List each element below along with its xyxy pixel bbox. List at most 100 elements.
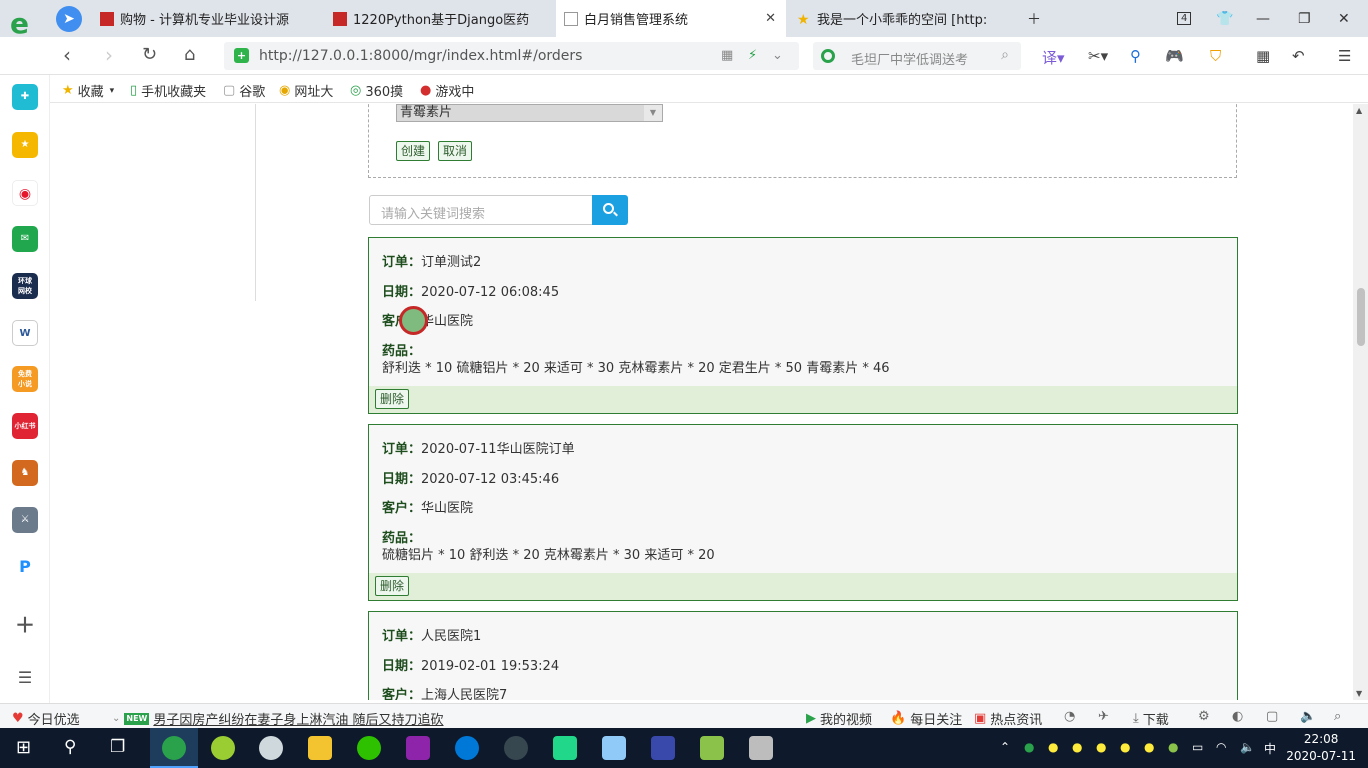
minimize-icon[interactable]: — — [1256, 0, 1270, 37]
download[interactable]: ⤓ 下载 — [1133, 709, 1169, 728]
tray-qq-icon[interactable]: ● — [1072, 740, 1082, 754]
sidebar-star-icon[interactable]: ★ — [12, 132, 38, 158]
taskbar-app4-icon[interactable] — [700, 736, 724, 760]
qr-code-icon[interactable]: ▦ — [721, 48, 733, 63]
tab-django[interactable]: 1220Python基于Django医药 — [325, 0, 553, 37]
home-icon[interactable]: ⌂ — [184, 45, 195, 65]
sidebar-add-icon[interactable]: ＋ — [12, 612, 38, 638]
scroll-down-icon[interactable]: ▼ — [1356, 689, 1362, 698]
tray-expand-icon[interactable]: ⌃ — [1000, 740, 1010, 754]
taskbar-disk-icon[interactable] — [259, 736, 283, 760]
page-scrollbar[interactable]: ▲ ▼ — [1353, 104, 1368, 700]
bookmark-google[interactable]: ▢ 谷歌 — [223, 81, 265, 100]
taskbar-app2-icon[interactable] — [504, 736, 528, 760]
taskbar-app-icon[interactable] — [211, 736, 235, 760]
daily-focus[interactable]: 🔥 每日关注 — [890, 709, 962, 728]
sidebar-game-icon[interactable]: ♞ — [12, 460, 38, 486]
delete-button[interactable]: 删除 — [375, 389, 410, 409]
refresh-icon[interactable]: ↻ — [142, 45, 157, 65]
today-picks[interactable]: ♥ 今日优选 — [12, 709, 80, 728]
search-engine-placeholder[interactable]: 毛坦厂中学低调送考 — [851, 49, 968, 68]
scrollbar-thumb[interactable] — [1357, 288, 1365, 346]
sidebar-plus-icon[interactable]: ✚ — [12, 84, 38, 110]
menu-icon[interactable]: ☰ — [1338, 47, 1351, 65]
news-ticker[interactable]: ⌄ NEW 男子因房产纠纷在妻子身上淋汽油 随后又持刀追砍 — [112, 709, 444, 728]
tab-shopping[interactable]: 购物 - 计算机专业毕业设计源 — [92, 0, 322, 37]
windows-start-icon[interactable]: ⊞ — [16, 737, 31, 758]
apps-grid-icon[interactable]: ▦ — [1256, 47, 1270, 65]
window-icon[interactable]: ▢ — [1266, 709, 1278, 724]
lightning-icon[interactable]: ⚡ — [748, 48, 757, 63]
sidebar-weibo-icon[interactable]: ◉ — [12, 180, 38, 206]
tray-qq-icon[interactable]: ● — [1048, 740, 1058, 754]
delete-button[interactable]: 删除 — [375, 576, 410, 596]
news-headline[interactable]: 男子因房产纠纷在妻子身上淋汽油 随后又持刀追砍 — [153, 709, 443, 728]
tray-360-icon[interactable]: ● — [1024, 740, 1034, 754]
create-button[interactable]: 创建 — [396, 141, 431, 161]
search-icon[interactable]: ⌕ — [1334, 709, 1341, 724]
chevron-down-icon[interactable]: ⌄ — [772, 48, 783, 63]
hot-news[interactable]: ▣ 热点资讯 — [974, 709, 1042, 728]
bookmark-mobile[interactable]: ▯ 手机收藏夹 — [130, 81, 206, 100]
ime-indicator[interactable]: 中 — [1264, 740, 1276, 757]
sidebar-p-icon[interactable]: P — [12, 554, 38, 580]
sidebar-redbook-icon[interactable]: 小红书 — [12, 413, 38, 439]
browser-icon[interactable]: ◐ — [1232, 709, 1243, 724]
restore-icon[interactable]: ❐ — [1298, 0, 1311, 37]
taskbar-db-icon[interactable] — [749, 736, 773, 760]
search-button[interactable] — [592, 195, 628, 225]
shirt-icon[interactable]: 👕 — [1216, 0, 1233, 37]
sidebar-mail-icon[interactable]: ✉ — [12, 226, 38, 252]
translate-icon[interactable]: 译▾ — [1042, 47, 1065, 68]
taskbar-teamviewer-icon[interactable] — [455, 736, 479, 760]
navigation-icon[interactable]: ➤ — [56, 6, 82, 32]
sidebar-word-icon[interactable]: W — [12, 320, 38, 346]
search-icon[interactable]: ⚲ — [64, 737, 76, 757]
tray-wifi-icon[interactable]: ◠ — [1216, 740, 1226, 754]
tab-count-badge[interactable]: 4 — [1177, 12, 1192, 25]
sidebar-novel-icon[interactable]: 免费 小说 — [12, 366, 38, 392]
bookmark-favorites[interactable]: ★ 收藏 ▾ — [62, 81, 114, 100]
taskbar-360-browser-icon[interactable] — [162, 736, 186, 760]
scroll-up-icon[interactable]: ▲ — [1356, 106, 1362, 115]
rocket-icon[interactable]: ✈ — [1098, 709, 1109, 724]
taskbar-wechat-icon[interactable] — [357, 736, 381, 760]
taskbar-media-icon[interactable] — [406, 736, 430, 760]
tray-qq-icon[interactable]: ● — [1120, 740, 1130, 754]
task-view-icon[interactable]: ❐ — [110, 737, 125, 757]
taskbar-pycharm-icon[interactable] — [553, 736, 577, 760]
search-engine-box[interactable]: 毛坦厂中学低调送考 ⌕ — [813, 42, 1021, 70]
tray-battery-icon[interactable]: ▭ — [1192, 740, 1203, 754]
tray-qq-icon[interactable]: ● — [1144, 740, 1154, 754]
cancel-button[interactable]: 取消 — [438, 141, 473, 161]
sidebar-news-icon[interactable]: 环球 网校 — [12, 273, 38, 299]
medicine-select[interactable]: 青霉素片 ▼ — [396, 104, 663, 122]
tray-plus-icon[interactable]: ● — [1168, 740, 1178, 754]
my-video[interactable]: ▶ 我的视频 — [806, 709, 872, 728]
search-input[interactable]: 请输入关键词搜索 — [369, 195, 593, 225]
tray-qq-icon[interactable]: ● — [1096, 740, 1106, 754]
new-tab-icon[interactable]: ＋ — [1027, 0, 1041, 37]
taskbar-clock[interactable]: 22:08 2020-07-11 — [1286, 731, 1356, 765]
shield-icon[interactable]: ⛉ — [1210, 47, 1221, 65]
scissors-icon[interactable]: ✂▾ — [1088, 47, 1108, 65]
taskbar-app3-icon[interactable] — [651, 736, 675, 760]
tool-icon[interactable]: ⚙ — [1198, 709, 1210, 724]
speed-icon[interactable]: ◔ — [1064, 709, 1075, 724]
gamepad-icon[interactable]: 🎮 — [1165, 47, 1184, 65]
bookmark-360[interactable]: ◎ 360摸 — [350, 81, 403, 100]
bookmark-sites[interactable]: ◉ 网址大 — [279, 81, 333, 100]
search-icon[interactable]: ⌕ — [1001, 47, 1009, 63]
magnifier-icon[interactable]: ⚲ — [1130, 47, 1141, 65]
address-bar[interactable]: + http://127.0.0.1:8000/mgr/index.html#/… — [224, 42, 799, 70]
sidebar-game2-icon[interactable]: ⚔ — [12, 507, 38, 533]
bookmark-games[interactable]: ● 游戏中 — [420, 81, 474, 100]
close-tab-icon[interactable]: ✕ — [765, 11, 776, 26]
taskbar-notes-icon[interactable] — [602, 736, 626, 760]
url-text[interactable]: http://127.0.0.1:8000/mgr/index.html#/or… — [259, 48, 582, 64]
volume-icon[interactable]: 🔈 — [1300, 709, 1316, 724]
sidebar-list-icon[interactable]: ☰ — [12, 665, 38, 691]
tray-volume-icon[interactable]: 🔈 — [1240, 740, 1255, 754]
forward-icon[interactable]: › — [105, 45, 113, 65]
close-window-icon[interactable]: ✕ — [1338, 0, 1350, 37]
